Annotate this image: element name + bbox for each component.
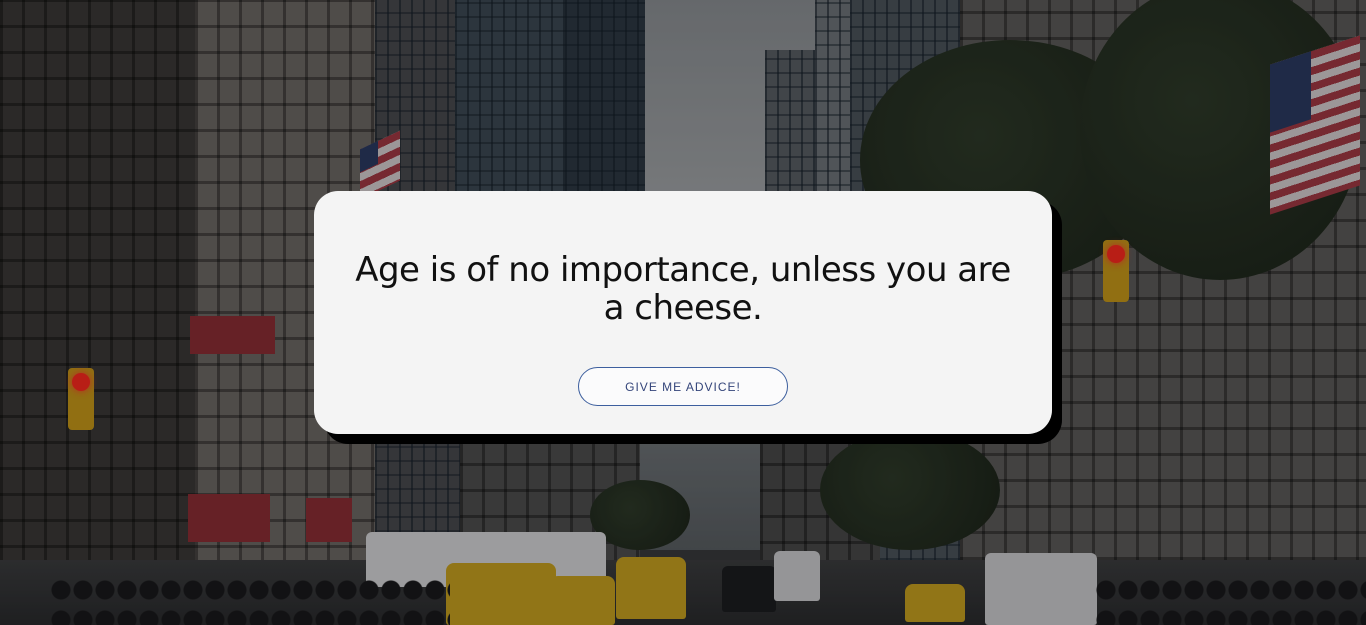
quote-card: Age is of no importance, unless you are … [314, 191, 1052, 434]
give-advice-button[interactable]: GIVE ME ADVICE! [578, 367, 788, 406]
quote-text: Age is of no importance, unless you are … [355, 250, 1011, 328]
